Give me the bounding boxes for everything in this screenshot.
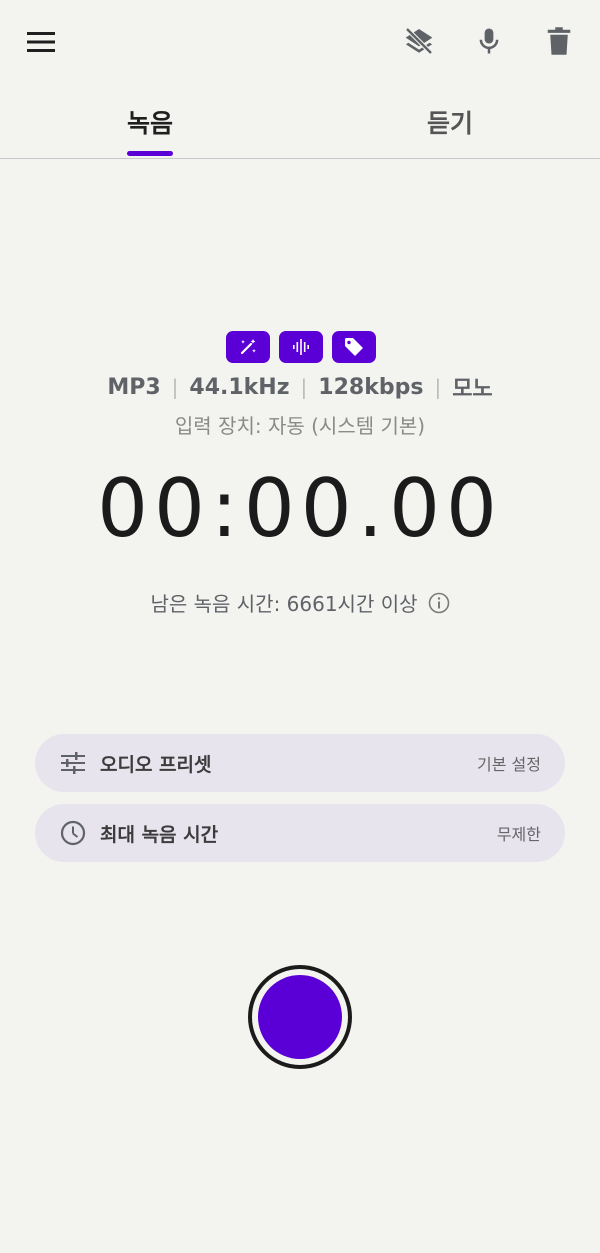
bitrate-label: 128kbps bbox=[318, 374, 424, 400]
tag-badge[interactable] bbox=[332, 331, 376, 363]
max-duration-row[interactable]: 최대 녹음 시간 무제한 bbox=[35, 804, 565, 862]
layers-off-icon bbox=[405, 27, 433, 55]
channels-label: 모노 bbox=[452, 377, 493, 402]
tab-listen-label: 듣기 bbox=[426, 109, 473, 138]
audio-preset-label: 오디오 프리셋 bbox=[100, 753, 212, 776]
clock-icon bbox=[60, 820, 86, 846]
tab-listen[interactable]: 듣기 bbox=[300, 90, 600, 156]
remaining-time-label: 남은 녹음 시간: 6661시간 이상 bbox=[150, 592, 418, 616]
menu-icon bbox=[27, 32, 55, 52]
magic-wand-icon bbox=[240, 339, 256, 355]
tab-record-label: 녹음 bbox=[126, 109, 173, 138]
spec-separator: | bbox=[171, 375, 179, 399]
input-device-label: 입력 장치: 자동 (시스템 기본) bbox=[174, 414, 426, 438]
audio-preset-value: 기본 설정 bbox=[477, 755, 541, 774]
spec-separator: | bbox=[434, 375, 442, 399]
waveform-badge[interactable] bbox=[279, 331, 323, 363]
layers-off-button[interactable] bbox=[400, 22, 438, 60]
sample-rate-label: 44.1kHz bbox=[189, 374, 290, 400]
delete-button[interactable] bbox=[540, 22, 578, 60]
elapsed-timer: 00:00.00 bbox=[97, 462, 503, 555]
feature-badges bbox=[226, 331, 376, 363]
format-label: MP3 bbox=[107, 374, 161, 400]
tag-icon bbox=[345, 338, 363, 356]
record-button[interactable] bbox=[248, 965, 352, 1069]
audio-specs: MP3 | 44.1kHz | 128kbps | 모노 bbox=[0, 371, 600, 403]
microphone-button[interactable] bbox=[470, 22, 508, 60]
info-icon[interactable] bbox=[428, 592, 450, 614]
trash-icon bbox=[547, 27, 571, 55]
spec-separator: | bbox=[300, 375, 308, 399]
audio-preset-row[interactable]: 오디오 프리셋 기본 설정 bbox=[35, 734, 565, 792]
waveform-icon bbox=[293, 339, 309, 355]
magic-wand-badge[interactable] bbox=[226, 331, 270, 363]
sliders-icon bbox=[61, 752, 85, 774]
max-duration-value: 무제한 bbox=[496, 825, 541, 844]
menu-button[interactable] bbox=[22, 24, 60, 60]
tab-bar: 녹음 듣기 bbox=[0, 90, 600, 159]
microphone-icon bbox=[479, 28, 499, 54]
max-duration-label: 최대 녹음 시간 bbox=[100, 823, 219, 846]
tab-record[interactable]: 녹음 bbox=[0, 90, 300, 156]
tab-indicator bbox=[127, 151, 173, 156]
record-button-core bbox=[258, 975, 342, 1059]
remaining-time: 남은 녹음 시간: 6661시간 이상 bbox=[0, 588, 600, 617]
